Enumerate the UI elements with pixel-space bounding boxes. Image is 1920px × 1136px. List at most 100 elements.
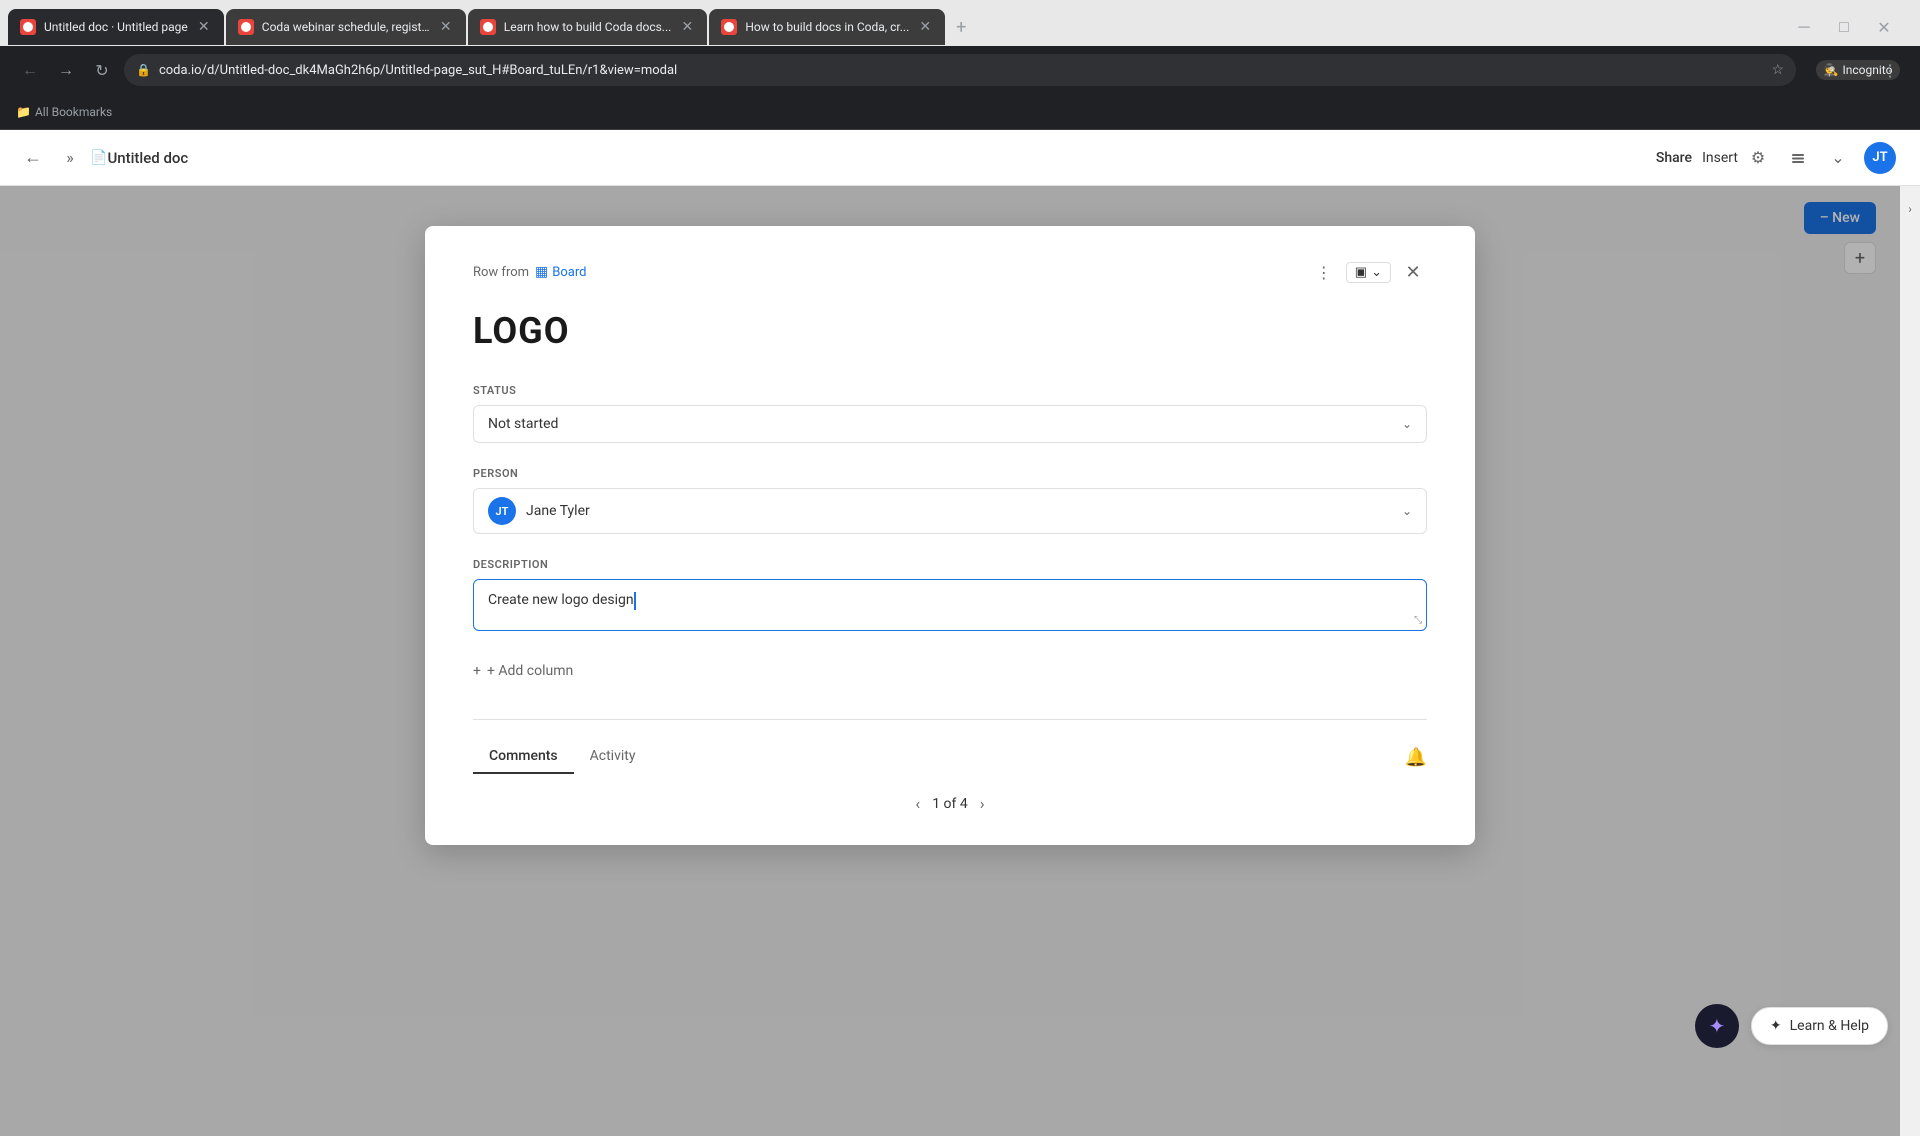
ai-assistant-button[interactable]: ✦: [1695, 1004, 1739, 1048]
notifications-bell-button[interactable]: 🔔: [1405, 747, 1427, 768]
modal-dialog: Row from ▦ Board ⋮ ▣ ⌄ ✕: [425, 226, 1475, 845]
tab-2-close[interactable]: ✕: [438, 19, 454, 35]
status-field-section: STATUS Not started ⌄: [473, 384, 1427, 443]
ai-star-icon: ✦: [1708, 1014, 1725, 1038]
right-sidebar-toggle[interactable]: ›: [1900, 186, 1920, 1136]
person-info: JT Jane Tyler: [488, 497, 590, 525]
prev-page-button[interactable]: ‹: [915, 794, 920, 813]
board-icon: ▦: [535, 264, 548, 280]
status-label: STATUS: [473, 384, 1427, 397]
footer-tabs-row: Comments Activity 🔔: [473, 740, 1427, 774]
settings-button[interactable]: ⚙: [1744, 144, 1772, 172]
tab-4-favicon: [721, 19, 737, 35]
tab-4-close[interactable]: ✕: [917, 19, 933, 35]
comments-tab[interactable]: Comments: [473, 740, 574, 774]
tab-1-favicon: [20, 19, 36, 35]
learn-help-label: Learn & Help: [1790, 1018, 1869, 1034]
bookmarks-button[interactable]: 📁 All Bookmarks: [16, 105, 112, 119]
tab-4-title: How to build docs in Coda, cr...: [745, 20, 909, 34]
help-icon: ✦: [1770, 1018, 1782, 1034]
app-content: – New + Row from ▦ Board ⋮: [0, 186, 1920, 1136]
modal-title: LOGO: [473, 310, 1427, 352]
url-bar[interactable]: 🔒 coda.io/d/Untitled-doc_dk4MaGh2h6p/Unt…: [124, 54, 1796, 86]
view-toggle-chevron: ⌄: [1371, 265, 1382, 280]
star-button[interactable]: ☆: [1771, 62, 1784, 78]
profile-button[interactable]: 🕵 Incognito: [1844, 56, 1872, 84]
modal-footer: Comments Activity 🔔 ‹ 1 of 4 ›: [473, 719, 1427, 813]
chevron-down-button[interactable]: ⌄: [1824, 144, 1852, 172]
tab-1[interactable]: Untitled doc · Untitled page ✕: [8, 9, 224, 45]
menu-button[interactable]: ⋮: [1876, 56, 1904, 84]
view-toggle-button[interactable]: ▣ ⌄: [1346, 262, 1391, 283]
row-from-label: Row from: [473, 265, 529, 280]
modal-overlay[interactable]: Row from ▦ Board ⋮ ▣ ⌄ ✕: [0, 186, 1900, 1136]
url-actions: ☆: [1771, 62, 1784, 78]
sidebar-toggle-button[interactable]: »: [58, 146, 82, 170]
more-options-button[interactable]: ⋮: [1310, 258, 1338, 286]
forward-nav-button[interactable]: →: [52, 56, 80, 84]
bottom-right-actions: ✦ ✦ Learn & Help: [1695, 1004, 1888, 1048]
tab-3-title: Learn how to build Coda docs...: [504, 20, 672, 34]
maximize-button[interactable]: □: [1832, 15, 1856, 39]
board-link-label: Board: [552, 265, 586, 280]
status-dropdown[interactable]: Not started ⌄: [473, 405, 1427, 443]
tab-2[interactable]: Coda webinar schedule, regist... ✕: [226, 9, 466, 45]
address-bar: ← → ↻ 🔒 coda.io/d/Untitled-doc_dk4MaGh2h…: [0, 46, 1920, 94]
window-controls: ─ □ ✕: [1792, 15, 1912, 39]
close-window-button[interactable]: ✕: [1872, 15, 1896, 39]
tab-1-title: Untitled doc · Untitled page: [44, 20, 188, 34]
person-dropdown[interactable]: JT Jane Tyler ⌄: [473, 488, 1427, 534]
add-column-button[interactable]: + + Add column: [473, 655, 1427, 687]
insert-button[interactable]: Insert: [1704, 144, 1732, 172]
tab-2-favicon: [238, 19, 254, 35]
modal-header: Row from ▦ Board ⋮ ▣ ⌄ ✕: [473, 258, 1427, 286]
back-nav-button[interactable]: ←: [16, 56, 44, 84]
app-header: ← » 📄 Untitled doc Share Insert ⚙ ⌄ JT: [0, 130, 1920, 186]
tab-bar: Untitled doc · Untitled page ✕ Coda webi…: [0, 0, 1920, 46]
person-chevron-icon: ⌄: [1402, 504, 1412, 518]
tab-3-close[interactable]: ✕: [679, 19, 695, 35]
share-button[interactable]: Share: [1656, 150, 1692, 166]
reload-button[interactable]: ↻: [88, 56, 116, 84]
description-field-section: DESCRIPTION Create new logo design ⤡: [473, 558, 1427, 631]
tab-1-close[interactable]: ✕: [196, 19, 212, 35]
status-chevron-icon: ⌄: [1402, 417, 1412, 431]
person-name: Jane Tyler: [526, 503, 590, 519]
view-options-button[interactable]: [1784, 144, 1812, 172]
tab-4[interactable]: How to build docs in Coda, cr... ✕: [709, 9, 945, 45]
bookmarks-icon: 📁: [16, 105, 31, 119]
header-actions: Share Insert ⚙ ⌄ JT: [1656, 142, 1896, 174]
resize-handle[interactable]: ⤡: [1414, 615, 1422, 626]
modal-close-button[interactable]: ✕: [1399, 258, 1427, 286]
doc-icon: 📄: [90, 150, 107, 166]
learn-help-button[interactable]: ✦ Learn & Help: [1751, 1007, 1888, 1045]
back-button[interactable]: ←: [24, 147, 42, 168]
description-field[interactable]: Create new logo design ⤡: [473, 579, 1427, 631]
description-label: DESCRIPTION: [473, 558, 1427, 571]
text-cursor: [634, 592, 636, 610]
description-value: Create new logo design: [488, 592, 634, 608]
tab-3-favicon: [480, 19, 496, 35]
main-area: – New + Row from ▦ Board ⋮: [0, 186, 1900, 1136]
browser-chrome: Untitled doc · Untitled page ✕ Coda webi…: [0, 0, 1920, 130]
pagination: ‹ 1 of 4 ›: [473, 794, 1427, 813]
incognito-icon: 🕵: [1824, 63, 1839, 77]
url-text: coda.io/d/Untitled-doc_dk4MaGh2h6p/Untit…: [159, 63, 1763, 78]
add-column-icon: +: [473, 663, 481, 679]
minimize-button[interactable]: ─: [1792, 15, 1816, 39]
board-link[interactable]: ▦ Board: [535, 264, 586, 280]
bookmarks-label: All Bookmarks: [35, 105, 112, 119]
user-avatar[interactable]: JT: [1864, 142, 1896, 174]
next-page-button[interactable]: ›: [980, 794, 985, 813]
browser-actions: ⊞ 🕵 Incognito ⋮: [1812, 56, 1904, 84]
new-tab-button[interactable]: +: [947, 13, 975, 41]
tab-3[interactable]: Learn how to build Coda docs... ✕: [468, 9, 708, 45]
person-avatar: JT: [488, 497, 516, 525]
row-from: Row from ▦ Board: [473, 264, 586, 280]
doc-title: Untitled doc: [107, 149, 188, 167]
footer-tabs: Comments Activity: [473, 740, 651, 774]
person-label: PERSON: [473, 467, 1427, 480]
insert-label: Insert: [1702, 150, 1738, 166]
activity-tab[interactable]: Activity: [574, 740, 652, 774]
bookmarks-bar: 📁 All Bookmarks: [0, 94, 1920, 130]
